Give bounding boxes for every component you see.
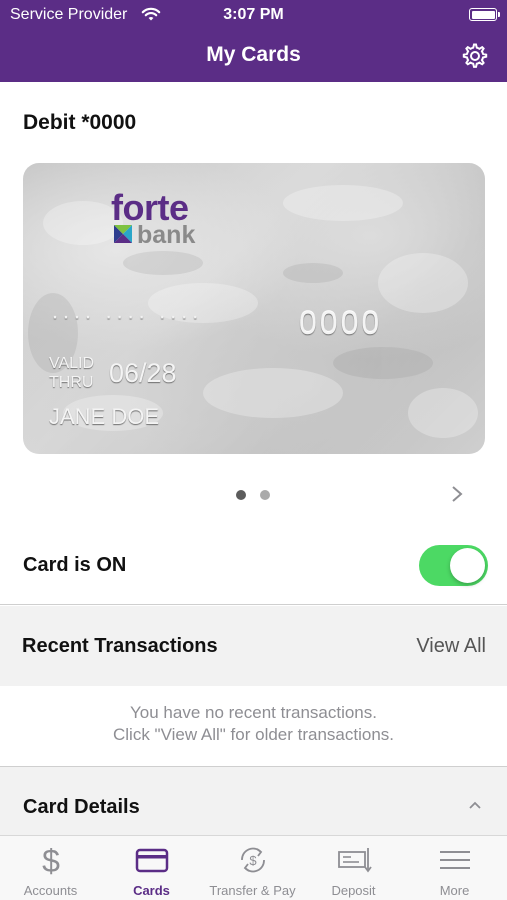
menu-icon — [439, 851, 470, 869]
dollar-icon: $ — [42, 844, 60, 876]
tab-label: Cards — [133, 883, 170, 898]
card-status-label: Card is ON — [23, 554, 127, 576]
tab-deposit[interactable]: Deposit — [303, 836, 404, 900]
tab-label: Accounts — [23, 883, 78, 898]
battery-icon — [469, 8, 500, 21]
card-icon — [135, 848, 168, 873]
pager-dot-2[interactable] — [260, 490, 270, 500]
empty-message-line-1: You have no recent transactions. — [130, 703, 377, 722]
toggle-knob — [450, 548, 485, 583]
brand-mark-icon — [114, 225, 132, 243]
recent-transactions-header: Recent Transactions View All — [0, 606, 507, 686]
view-all-link[interactable]: View All — [416, 635, 486, 658]
card-expiry: 06/28 — [109, 358, 177, 388]
masked-card-number: ···· ···· ···· — [51, 303, 203, 330]
transfer-icon: $ — [240, 847, 265, 873]
card-on-toggle[interactable] — [419, 545, 488, 586]
divider — [0, 604, 507, 605]
empty-message-line-2: Click "View All" for older transactions. — [112, 725, 395, 744]
page-title: My Cards — [206, 43, 301, 66]
nav-bar: My Cards — [0, 30, 507, 82]
tab-transfer-pay[interactable]: $ Transfer & Pay — [202, 836, 303, 900]
tab-accounts[interactable]: $ Accounts — [0, 836, 101, 900]
status-bar: Service Provider 3:07 PM — [0, 0, 507, 30]
pager-dot-1[interactable] — [236, 490, 246, 500]
card-last-four: 0000 — [299, 305, 383, 341]
card-details-header[interactable]: Card Details — [0, 767, 507, 835]
tab-bar: $ Accounts Cards $ Transfer & Pay Deposi… — [0, 835, 507, 900]
brand-logo-bank: bank — [137, 221, 196, 249]
chevron-right-icon[interactable] — [450, 485, 464, 503]
tab-label: Deposit — [331, 883, 376, 898]
chevron-up-icon[interactable] — [468, 800, 482, 810]
check-deposit-icon — [337, 848, 372, 873]
tab-label: More — [439, 883, 470, 898]
valid-label: VALID — [49, 355, 95, 372]
tab-label: Transfer & Pay — [209, 883, 296, 898]
card-details-title: Card Details — [23, 796, 140, 818]
card-name: Debit *0000 — [23, 111, 137, 134]
valid-thru-label: VALID THRU — [49, 354, 94, 392]
empty-transactions-message: You have no recent transactions. Click "… — [0, 702, 507, 746]
svg-text:$: $ — [249, 853, 257, 868]
recent-transactions-title: Recent Transactions — [22, 635, 218, 657]
status-time: 3:07 PM — [223, 6, 284, 23]
svg-text:$: $ — [42, 844, 60, 876]
tab-cards[interactable]: Cards — [101, 836, 202, 900]
thru-label: THRU — [49, 374, 94, 391]
debit-card-image[interactable]: forte bank ···· ···· ···· 0000 VALID THR… — [23, 163, 485, 454]
cardholder-name: JANE DOE — [49, 404, 160, 429]
gear-icon[interactable] — [460, 41, 490, 71]
tab-more[interactable]: More — [404, 836, 505, 900]
card-status-row: Card is ON — [0, 528, 507, 604]
